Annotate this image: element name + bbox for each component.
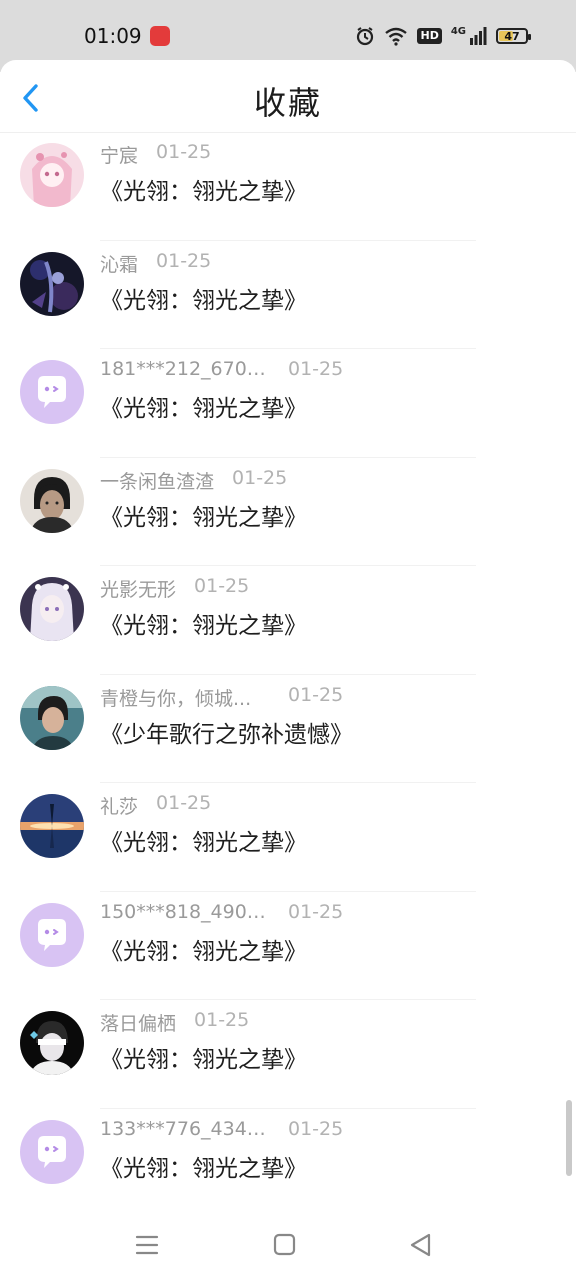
user-name: 青橙与你，倾城...	[100, 687, 252, 710]
list-item[interactable]: 181***212_6701... 01-25 《光翎：翎光之挚》	[0, 349, 576, 458]
user-name: 礼莎	[100, 796, 139, 818]
list-item[interactable]: 沁霜 01-25 《光翎：翎光之挚》	[0, 241, 576, 350]
signal-icon: 4G	[451, 27, 487, 45]
item-meta: 150***818_4906... 01-25	[100, 901, 343, 931]
list-item[interactable]: 150***818_4906... 01-25 《光翎：翎光之挚》	[0, 892, 576, 1001]
item-date: 01-25	[156, 141, 212, 163]
user-name: 133***776_4349...	[100, 1117, 270, 1140]
item-date: 01-25	[156, 249, 212, 272]
item-title: 《光翎：翎光之挚》	[100, 938, 307, 965]
status-icons: HD 4G 47	[355, 22, 531, 50]
app-header: 收藏	[0, 60, 576, 133]
avatar-image	[20, 468, 84, 533]
page-title: 收藏	[253, 84, 322, 122]
item-title: 《光翎：翎光之挚》	[100, 1155, 307, 1182]
avatar-image	[20, 1011, 84, 1075]
item-date: 01-25	[194, 575, 250, 597]
item-title: 《光翎：翎光之挚》	[100, 1047, 307, 1073]
wifi-icon	[385, 27, 408, 46]
item-meta: 青橙与你，倾城... 01-25	[100, 684, 343, 714]
item-date: 01-25	[288, 900, 344, 923]
item-title: 《光翎：翎光之挚》	[100, 396, 307, 422]
avatar-image	[20, 251, 84, 316]
system-nav-bar	[0, 1202, 576, 1280]
item-title: 《光翎：翎光之挚》	[100, 830, 307, 856]
item-date: 01-25	[288, 1117, 344, 1140]
default-chat-avatar	[20, 1119, 84, 1184]
item-meta: 沁霜 01-25	[100, 250, 211, 280]
user-name: 150***818_4906...	[100, 900, 270, 923]
home-button[interactable]	[270, 1230, 300, 1260]
network-type-label: 4G	[450, 26, 466, 37]
list-item[interactable]: 礼莎 01-25 《光翎：翎光之挚》	[0, 783, 576, 892]
status-time: 01:09	[84, 24, 142, 48]
item-date: 01-25	[232, 466, 288, 489]
avatar-image	[20, 143, 84, 207]
item-date: 01-25	[288, 358, 344, 380]
scrollbar[interactable]	[566, 1100, 572, 1176]
home-square-icon	[273, 1233, 296, 1256]
user-name: 181***212_6701...	[100, 358, 270, 380]
avatar-image	[20, 577, 84, 641]
item-meta: 133***776_4349... 01-25	[100, 1118, 343, 1148]
item-title: 《光翎：翎光之挚》	[100, 613, 307, 639]
item-title: 《少年歌行之弥补遗憾》	[100, 721, 353, 748]
battery-icon: 47	[496, 28, 531, 44]
back-nav-button[interactable]	[406, 1230, 436, 1260]
item-meta: 光影无形 01-25	[100, 575, 249, 605]
list-item[interactable]: 青橙与你，倾城... 01-25 《少年歌行之弥补遗憾》	[0, 675, 576, 784]
list-item[interactable]: 落日偏栖 01-25 《光翎：翎光之挚》	[0, 1000, 576, 1109]
back-triangle-icon	[410, 1233, 431, 1257]
list-item[interactable]: 光影无形 01-25 《光翎：翎光之挚》	[0, 566, 576, 675]
favorites-list: 宁宸 01-25 《光翎：翎光之挚》 沁霜 01-25 《光翎：翎光之挚》 18…	[0, 132, 576, 1202]
list-item[interactable]: 宁宸 01-25 《光翎：翎光之挚》	[0, 132, 576, 241]
user-name: 光影无形	[100, 579, 177, 601]
user-name: 落日偏栖	[100, 1013, 177, 1035]
item-date: 01-25	[288, 683, 344, 706]
item-meta: 礼莎 01-25	[100, 792, 211, 822]
app-notification-icon	[150, 26, 170, 46]
item-meta: 宁宸 01-25	[100, 141, 211, 171]
hd-icon: HD	[417, 28, 442, 44]
item-meta: 一条闲鱼渣渣 01-25	[100, 467, 287, 497]
item-title: 《光翎：翎光之挚》	[100, 287, 307, 314]
avatar-image	[20, 794, 84, 858]
item-meta: 落日偏栖 01-25	[100, 1009, 249, 1039]
item-date: 01-25	[194, 1009, 250, 1031]
menu-button[interactable]	[132, 1230, 162, 1260]
list-item[interactable]: 133***776_4349... 01-25 《光翎：翎光之挚》	[0, 1109, 576, 1203]
user-name: 沁霜	[100, 253, 139, 276]
item-date: 01-25	[156, 792, 212, 814]
alarm-icon	[357, 27, 374, 46]
item-meta: 181***212_6701... 01-25	[100, 358, 343, 388]
user-name: 宁宸	[100, 145, 139, 167]
user-name: 一条闲鱼渣渣	[100, 470, 215, 493]
list-item[interactable]: 一条闲鱼渣渣 01-25 《光翎：翎光之挚》	[0, 458, 576, 567]
menu-icon	[135, 1235, 159, 1255]
default-chat-avatar	[20, 360, 84, 424]
item-title: 《光翎：翎光之挚》	[100, 504, 307, 531]
item-title: 《光翎：翎光之挚》	[100, 179, 307, 205]
avatar-image	[20, 685, 84, 750]
battery-level: 47	[504, 29, 520, 43]
default-chat-avatar	[20, 902, 84, 967]
